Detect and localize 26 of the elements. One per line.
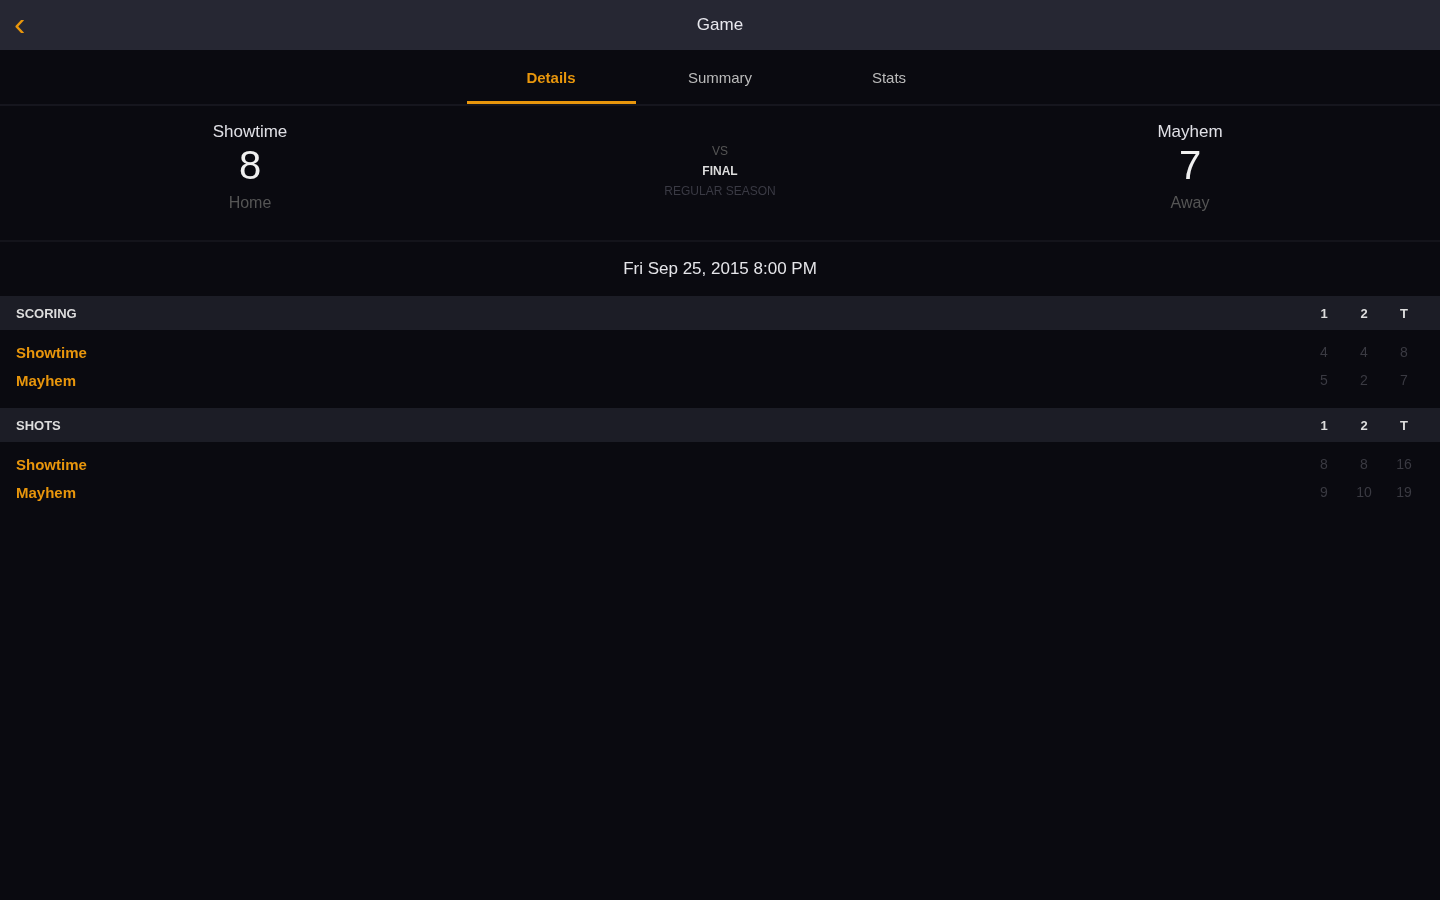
team-name: Showtime [16,343,87,361]
back-button[interactable]: ‹ [8,8,32,38]
screen-title: Game [696,15,744,35]
team-score: 7 [1178,142,1202,188]
column-header: 2 [1359,417,1369,433]
section-title: SCORING [16,305,77,321]
team-name: Showtime [16,455,87,473]
tab[interactable]: Details [466,50,636,104]
team-side: Home [228,194,272,212]
section-title: SHOTS [16,417,61,433]
team-name: Mayhem [1157,122,1223,142]
column-header: 1 [1319,417,1329,433]
team-side: Away [1170,194,1210,212]
column-header: T [1399,417,1409,433]
game-status: FINAL [702,164,738,178]
column-header: 2 [1359,305,1369,321]
tab[interactable]: Stats [804,50,974,104]
tab[interactable]: Summary [635,50,805,104]
column-header: 1 [1319,305,1329,321]
column-header: T [1399,305,1409,321]
team-score: 8 [238,142,262,188]
team-name: Mayhem [16,483,77,501]
game-date: Fri Sep 25, 2015 8:00 PM [623,259,817,279]
team-name: Showtime [212,122,288,142]
versus-label: VS [712,144,728,158]
team-name: Mayhem [16,371,77,389]
